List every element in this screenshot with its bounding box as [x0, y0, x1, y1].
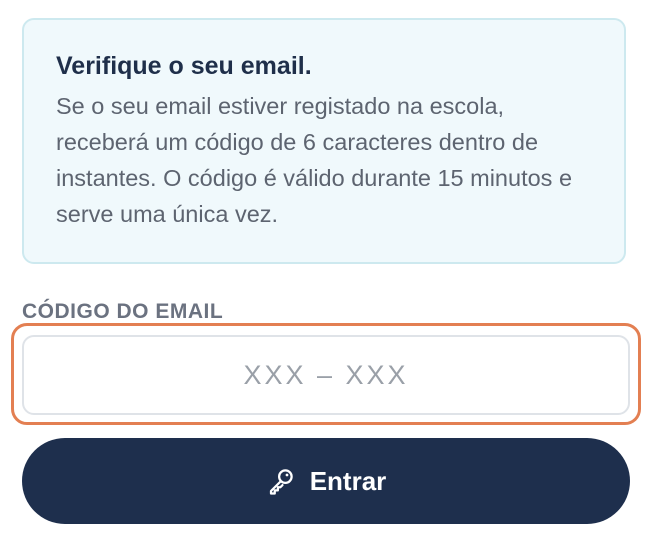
notice-body: Se o seu email estiver registado na esco… [56, 93, 573, 227]
login-button-label: Entrar [309, 465, 387, 496]
code-field-label: CÓDIGO DO EMAIL [22, 300, 224, 323]
notice-title: Verifique o seu email. [56, 52, 312, 80]
verification-page: Verifique o seu email. Se o seu email es… [0, 0, 652, 538]
key-icon [266, 466, 296, 496]
verification-notice: Verifique o seu email. Se o seu email es… [22, 18, 626, 264]
email-code-input[interactable] [22, 335, 630, 415]
login-button[interactable]: Entrar [22, 438, 630, 524]
